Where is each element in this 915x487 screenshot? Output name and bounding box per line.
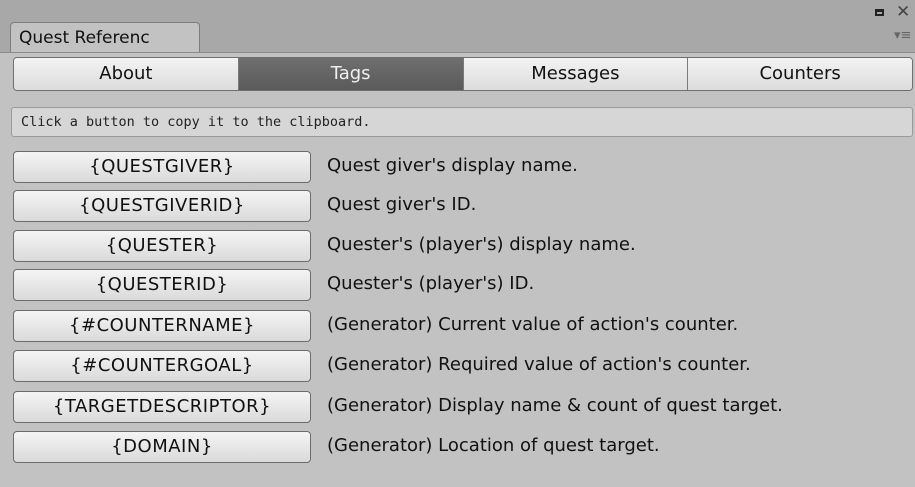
tag-button-targetdescriptor[interactable]: {TARGETDESCRIPTOR} [13,391,311,423]
list-item: {QUESTGIVER} Quest giver's display name. [13,151,913,183]
tab-messages[interactable]: Messages [463,58,689,90]
title-bar: Quest Referenc ✕ ▾≡ [0,0,915,53]
tab-counters[interactable]: Counters [688,58,912,90]
tab-about[interactable]: About [14,58,239,90]
help-hint: Click a button to copy it to the clipboa… [11,107,913,137]
list-item: {QUESTGIVERID} Quest giver's ID. [13,190,913,222]
list-item: {DOMAIN} (Generator) Location of quest t… [13,431,913,463]
maximize-icon[interactable] [875,9,884,16]
tag-description: (Generator) Current value of action's co… [327,314,739,335]
tag-button-quester[interactable]: {QUESTER} [13,230,311,262]
tag-description: Quester's (player's) ID. [327,273,535,294]
tag-button-countergoal[interactable]: {#COUNTERGOAL} [13,350,311,382]
section-toolbar: About Tags Messages Counters [13,57,913,91]
tag-description: (Generator) Location of quest target. [327,435,660,456]
tag-button-questgiverid[interactable]: {QUESTGIVERID} [13,190,311,222]
tag-button-questgiver[interactable]: {QUESTGIVER} [13,151,311,183]
list-item: {QUESTERID} Quester's (player's) ID. [13,269,913,301]
tag-description: Quest giver's ID. [327,194,477,215]
tag-button-countername[interactable]: {#COUNTERNAME} [13,310,311,342]
close-icon[interactable]: ✕ [896,2,910,22]
window-tab[interactable]: Quest Referenc [10,22,200,52]
tag-description: (Generator) Required value of action's c… [327,354,751,375]
list-item: {#COUNTERNAME} (Generator) Current value… [13,310,913,342]
quest-reference-window: Quest Referenc ✕ ▾≡ About Tags Messages … [0,0,915,487]
list-item: {QUESTER} Quester's (player's) display n… [13,230,913,262]
tag-description: Quest giver's display name. [327,155,578,176]
list-item: {#COUNTERGOAL} (Generator) Required valu… [13,350,913,382]
list-item: {TARGETDESCRIPTOR} (Generator) Display n… [13,391,913,423]
menu-icon[interactable]: ▾≡ [894,28,911,43]
tag-description: Quester's (player's) display name. [327,234,636,255]
tag-button-questerid[interactable]: {QUESTERID} [13,269,311,301]
tag-button-domain[interactable]: {DOMAIN} [13,431,311,463]
tag-description: (Generator) Display name & count of ques… [327,395,783,416]
tab-tags[interactable]: Tags [238,58,464,90]
